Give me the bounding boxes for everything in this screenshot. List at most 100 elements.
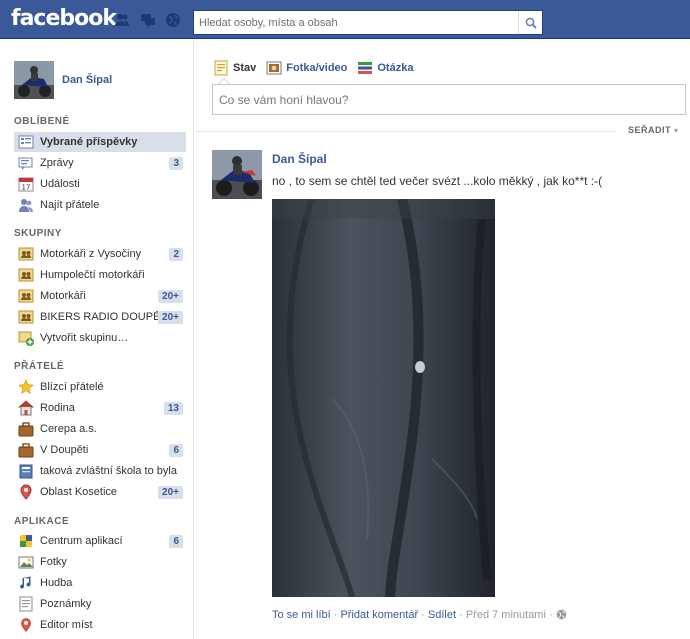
count-badge: 2 bbox=[169, 247, 183, 261]
sidebar-item-photos[interactable]: Fotky bbox=[14, 552, 186, 572]
app-center-icon bbox=[18, 533, 34, 549]
sidebar-item-location-list[interactable]: Oblast Kosetice 20+ bbox=[14, 482, 186, 502]
house-icon bbox=[18, 400, 34, 416]
sidebar-item-group[interactable]: Humpolečtí motorkáři bbox=[14, 265, 186, 285]
group-icon bbox=[18, 309, 34, 325]
story-actions: To se mi líbí · Přidat komentář · Sdílet… bbox=[272, 609, 567, 623]
sidebar-item-app-center[interactable]: Centrum aplikací 6 bbox=[14, 531, 186, 551]
sidebar-item-school-list[interactable]: taková zvláštní škola to byla bbox=[14, 461, 186, 481]
sidebar-item-label: Rodina bbox=[40, 402, 75, 414]
count-badge: 6 bbox=[169, 443, 183, 457]
section-title-friends: PŘÁTELÉ bbox=[14, 361, 65, 372]
separator: · bbox=[330, 609, 341, 621]
sidebar-item-label: Vybrané příspěvky bbox=[40, 136, 138, 148]
sidebar-item-work-list[interactable]: V Doupěti 6 bbox=[14, 440, 186, 460]
separator: · bbox=[418, 609, 428, 621]
story-author-name[interactable]: Dan Šípal bbox=[272, 152, 327, 166]
sidebar-item-work-list[interactable]: Cerepa a.s. bbox=[14, 419, 186, 439]
count-badge: 20+ bbox=[158, 485, 183, 499]
group-icon bbox=[18, 288, 34, 304]
count-badge: 3 bbox=[169, 156, 183, 170]
tab-label: Fotka/video bbox=[286, 62, 348, 74]
music-icon bbox=[18, 575, 34, 591]
briefcase-icon bbox=[18, 421, 34, 437]
tab-question[interactable]: Otázka bbox=[357, 60, 413, 76]
question-icon bbox=[357, 60, 373, 76]
like-link[interactable]: To se mi líbí bbox=[272, 609, 331, 621]
search-button[interactable] bbox=[518, 11, 542, 34]
story-photo[interactable] bbox=[272, 199, 495, 597]
sidebar-item-label: taková zvláštní škola to byla bbox=[40, 465, 177, 477]
story-author-avatar[interactable] bbox=[212, 150, 262, 199]
briefcase-icon bbox=[18, 442, 34, 458]
sidebar-item-group[interactable]: Motorkáři z Vysočiny 2 bbox=[14, 244, 186, 264]
friend-requests-icon[interactable] bbox=[114, 12, 130, 28]
tab-status[interactable]: Stav bbox=[213, 60, 256, 76]
count-badge: 6 bbox=[169, 534, 183, 548]
sidebar-item-notes[interactable]: Poznámky bbox=[14, 594, 186, 614]
sidebar-item-label: Fotky bbox=[40, 556, 67, 568]
left-sidebar: Dan Šípal OBLÍBENÉ Vybrané příspěvky Zpr… bbox=[0, 40, 193, 639]
count-badge: 13 bbox=[163, 401, 183, 415]
separator: · bbox=[456, 609, 466, 621]
count-badge: 20+ bbox=[158, 310, 183, 324]
create-group-icon bbox=[18, 330, 34, 346]
tab-label: Stav bbox=[233, 62, 257, 74]
sidebar-item-family[interactable]: Rodina 13 bbox=[14, 398, 186, 418]
chevron-down-icon: ▾ bbox=[674, 126, 679, 135]
sidebar-item-label: Centrum aplikací bbox=[40, 535, 123, 547]
comment-link[interactable]: Přidat komentář bbox=[340, 609, 418, 621]
map-pin-icon bbox=[18, 484, 34, 500]
school-icon bbox=[18, 463, 34, 479]
sidebar-item-close-friends[interactable]: Blízcí přátelé bbox=[14, 377, 186, 397]
notifications-globe-icon[interactable] bbox=[165, 12, 181, 28]
facebook-logo[interactable]: facebook bbox=[11, 6, 117, 31]
sort-divider bbox=[196, 131, 616, 132]
status-input[interactable] bbox=[213, 85, 685, 114]
sidebar-item-messages[interactable]: Zprávy 3 bbox=[14, 153, 186, 173]
sidebar-item-label: Humpolečtí motorkáři bbox=[40, 269, 145, 281]
sidebar-item-place-editor[interactable]: Editor míst bbox=[14, 615, 186, 635]
messages-icon[interactable] bbox=[140, 12, 156, 28]
group-icon bbox=[18, 246, 34, 262]
sidebar-item-group[interactable]: Motorkáři 20+ bbox=[14, 286, 186, 306]
group-icon bbox=[18, 267, 34, 283]
friends-icon bbox=[18, 197, 34, 213]
sidebar-item-music[interactable]: Hudba bbox=[14, 573, 186, 593]
sidebar-item-label: Vytvořit skupinu… bbox=[40, 332, 129, 344]
profile-name[interactable]: Dan Šípal bbox=[62, 74, 112, 86]
svg-text:17: 17 bbox=[22, 184, 31, 192]
share-link[interactable]: Sdílet bbox=[428, 609, 456, 621]
notes-icon bbox=[18, 596, 34, 612]
composer-box bbox=[212, 84, 686, 115]
news-feed-icon bbox=[18, 134, 34, 150]
sidebar-item-create-group[interactable]: Vytvořit skupinu… bbox=[14, 328, 186, 348]
story-message: no , to sem se chtěl ted večer svézt ...… bbox=[272, 174, 603, 188]
composer-tabs: Stav Fotka/video Otázka bbox=[213, 59, 423, 77]
sidebar-item-label: Oblast Kosetice bbox=[40, 486, 118, 498]
sidebar-item-news-feed[interactable]: Vybrané příspěvky bbox=[14, 132, 186, 152]
profile-link[interactable]: Dan Šípal bbox=[14, 61, 112, 99]
search-input[interactable] bbox=[194, 11, 516, 34]
avatar[interactable] bbox=[14, 61, 54, 99]
count-badge: 20+ bbox=[158, 289, 183, 303]
section-title-apps: APLIKACE bbox=[14, 516, 70, 527]
privacy-globe-icon[interactable] bbox=[556, 609, 567, 623]
tab-label: Otázka bbox=[377, 62, 414, 74]
sort-button[interactable]: SEŘADIT ▾ bbox=[628, 125, 679, 135]
timestamp[interactable]: Před 7 minutami bbox=[466, 609, 546, 621]
section-title-groups: SKUPINY bbox=[14, 228, 62, 239]
sidebar-item-label: Editor míst bbox=[40, 619, 93, 631]
sidebar-item-find-friends[interactable]: Najít přátele bbox=[14, 195, 186, 215]
sidebar-item-label: Motorkáři bbox=[40, 290, 86, 302]
sidebar-item-group[interactable]: BIKERS RADIO DOUPĚ 20+ bbox=[14, 307, 186, 327]
tab-photo-video[interactable]: Fotka/video bbox=[266, 60, 347, 76]
top-bar: facebook bbox=[0, 0, 690, 39]
sidebar-item-label: Události bbox=[40, 178, 80, 190]
sidebar-item-events[interactable]: 17 Události bbox=[14, 174, 186, 194]
calendar-icon: 17 bbox=[18, 176, 34, 192]
sidebar-item-label: V Doupěti bbox=[40, 444, 89, 456]
sidebar-item-label: Zprávy bbox=[40, 157, 74, 169]
sort-label: SEŘADIT bbox=[628, 125, 672, 135]
sidebar-item-label: Motorkáři z Vysočiny bbox=[40, 248, 142, 260]
